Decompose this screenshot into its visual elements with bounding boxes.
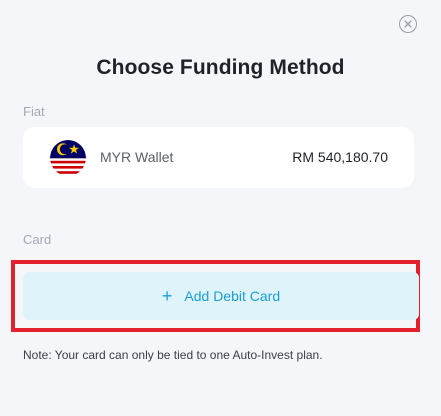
malaysia-flag-icon	[50, 140, 86, 176]
close-icon[interactable]	[399, 15, 417, 33]
dialog-title: Choose Funding Method	[96, 56, 345, 79]
add-debit-card-label: Add Debit Card	[184, 288, 281, 304]
wallet-balance: RM 540,180.70	[292, 149, 388, 165]
wallet-name: MYR Wallet	[100, 149, 174, 165]
add-debit-card-button[interactable]: + Add Debit Card	[23, 272, 419, 320]
card-section-label: Card	[23, 232, 52, 247]
myr-wallet-option[interactable]: MYR Wallet RM 540,180.70	[23, 127, 414, 188]
funding-method-dialog: Choose Funding Method Fiat MYR Wallet RM…	[0, 0, 441, 416]
auto-invest-note: Note: Your card can only be tied to one …	[23, 348, 323, 362]
fiat-section-label: Fiat	[23, 104, 45, 119]
plus-icon: +	[161, 285, 173, 306]
